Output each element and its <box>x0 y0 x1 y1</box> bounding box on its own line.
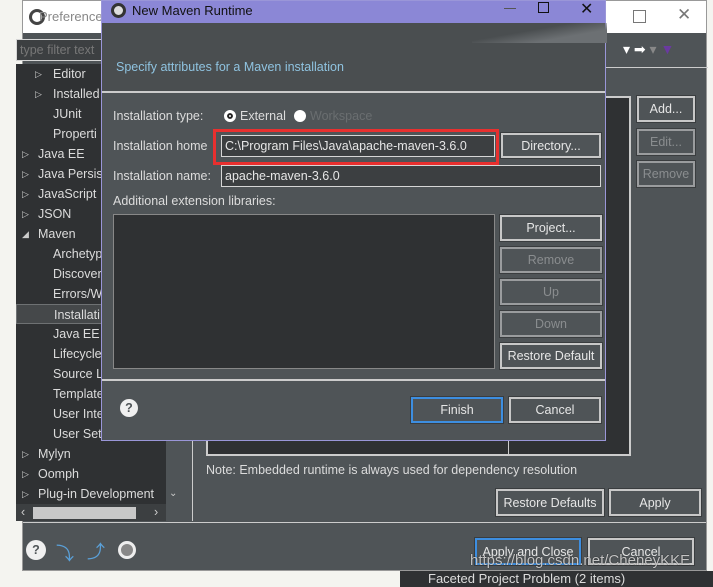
status-strip: Faceted Project Problem (2 items) <box>400 571 713 587</box>
export-icon[interactable]: ⤴ <box>87 538 105 564</box>
dialog-subtitle: Specify attributes for a Maven installat… <box>116 60 344 74</box>
directory-button[interactable]: Directory... <box>500 132 602 159</box>
toolbar-icons: ▾ ➡ ▾ ▼ <box>623 41 675 57</box>
expand-arrow-icon[interactable]: ▷ <box>22 184 29 204</box>
record-icon[interactable] <box>118 541 136 559</box>
tree-item-label: Oomph <box>38 467 79 481</box>
tree-item-label: JavaScript <box>38 187 97 201</box>
tree-item-label: Java EE <box>38 147 85 161</box>
expand-arrow-icon[interactable]: ▷ <box>22 484 29 504</box>
import-icon[interactable]: ⤵ <box>56 540 74 566</box>
embedded-note: Note: Embedded runtime is always used fo… <box>206 463 578 477</box>
tree-item-label: Properti <box>53 127 97 141</box>
tree-item-label: Lifecycle <box>53 347 102 361</box>
edit-button[interactable]: Edit... <box>636 128 696 156</box>
tree-item[interactable]: ▷ Oomph <box>16 464 166 484</box>
radio-external[interactable] <box>224 110 236 122</box>
radio-workspace-label[interactable]: Workspace <box>310 109 372 123</box>
bottom-separator <box>23 522 706 523</box>
installation-type-label: Installation type: <box>113 109 204 123</box>
dialog-cancel-button[interactable]: Cancel <box>508 396 602 424</box>
expand-arrow-icon[interactable]: ▷ <box>22 204 29 224</box>
preferences-title: Preferences <box>39 9 110 24</box>
tree-item-label: Errors/W <box>53 287 103 301</box>
tree-item-label: Mylyn <box>38 447 71 461</box>
expand-arrow-icon[interactable]: ◢ <box>22 224 29 244</box>
tree-item-label: Plug-in Development <box>38 487 155 501</box>
tree-item-label: User Set <box>53 427 102 441</box>
tree-item-label: Discover <box>53 267 102 281</box>
scroll-down-icon[interactable]: ⌄ <box>169 488 177 499</box>
dialog-title-bar: New Maven Runtime ✕ <box>102 1 605 23</box>
close-icon[interactable]: ✕ <box>677 5 691 25</box>
expand-arrow-icon[interactable]: ▷ <box>22 144 29 164</box>
tree-item-label: Java EE <box>53 327 100 341</box>
status-text: Faceted Project Problem (2 items) <box>428 571 626 586</box>
up-button[interactable]: Up <box>499 278 603 306</box>
remove-library-button[interactable]: Remove <box>499 246 603 274</box>
expand-arrow-icon[interactable]: ▷ <box>22 164 29 184</box>
close-icon[interactable]: ✕ <box>580 0 593 19</box>
dialog-header: Specify attributes for a Maven installat… <box>102 23 607 93</box>
maximize-icon[interactable] <box>538 2 549 13</box>
tree-item-label: JUnit <box>53 107 82 121</box>
down-button[interactable]: Down <box>499 310 603 338</box>
expand-arrow-icon[interactable]: ▷ <box>22 464 29 484</box>
watermark: https://blog.csdn.net/CheneyKKE <box>470 552 691 569</box>
radio-external-label[interactable]: External <box>240 109 286 123</box>
installation-home-label: Installation home <box>113 139 208 153</box>
tree-item-label: Java Persist <box>38 167 107 181</box>
expand-arrow-icon[interactable]: ▷ <box>35 64 42 84</box>
expand-arrow-icon[interactable]: ▷ <box>35 84 42 104</box>
scroll-left-icon[interactable]: ‹ <box>21 505 25 519</box>
tree-item-label: Maven <box>38 227 76 241</box>
maximize-icon[interactable] <box>633 10 646 23</box>
tree-item-label: Installed <box>53 87 100 101</box>
remove-button[interactable]: Remove <box>636 160 696 188</box>
tree-item-label: Template <box>53 387 104 401</box>
extension-libraries-list[interactable] <box>113 214 495 369</box>
add-button[interactable]: Add... <box>636 95 696 123</box>
restore-default-button[interactable]: Restore Default <box>499 342 603 370</box>
tree-item-label: Editor <box>53 67 86 81</box>
extension-libraries-label: Additional extension libraries: <box>113 194 276 208</box>
restore-defaults-button[interactable]: Restore Defaults <box>495 488 605 517</box>
tree-scrollbar-h[interactable]: ‹ › <box>16 504 166 521</box>
installation-name-label: Installation name: <box>113 169 211 183</box>
help-icon[interactable]: ? <box>120 399 138 417</box>
tree-item-label: Source L <box>53 367 104 381</box>
project-button[interactable]: Project... <box>499 214 603 242</box>
radio-workspace[interactable] <box>294 110 306 122</box>
help-icon[interactable]: ? <box>26 540 46 560</box>
apply-button[interactable]: Apply <box>608 488 702 517</box>
new-maven-runtime-dialog: New Maven Runtime ✕ Specify attributes f… <box>101 0 607 441</box>
header-banner <box>472 23 607 43</box>
installation-home-input[interactable]: C:\Program Files\Java\apache-maven-3.6.0 <box>221 135 495 157</box>
dialog-title: New Maven Runtime <box>132 3 253 18</box>
eclipse-icon <box>111 3 126 18</box>
tree-item[interactable]: ▷ Mylyn <box>16 444 166 464</box>
tree-item-label: Archetyp <box>53 247 103 261</box>
finish-button[interactable]: Finish <box>410 396 504 424</box>
scroll-right-icon[interactable]: › <box>154 505 158 519</box>
tree-item-label: Installati <box>54 308 100 322</box>
installation-name-input[interactable]: apache-maven-3.6.0 <box>221 165 601 187</box>
minimize-icon[interactable] <box>504 8 516 9</box>
scroll-thumb[interactable] <box>33 507 136 519</box>
expand-arrow-icon[interactable]: ▷ <box>22 444 29 464</box>
tree-item-label: JSON <box>38 207 72 221</box>
tree-item[interactable]: ▷ Plug-in Development <box>16 484 166 504</box>
tree-item-label: User Inte <box>53 407 104 421</box>
dialog-footer-separator <box>102 379 605 381</box>
